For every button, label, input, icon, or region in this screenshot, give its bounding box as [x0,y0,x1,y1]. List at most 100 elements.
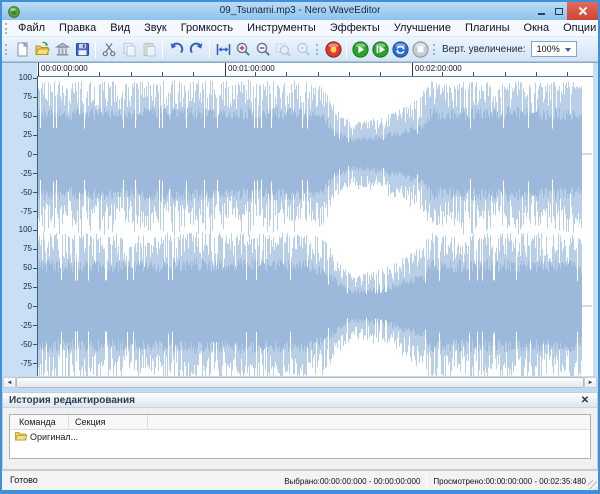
ruler-major-tick [412,63,413,76]
history-panel-close-icon[interactable]: ✕ [579,394,591,406]
menu-item-file[interactable]: Файл [11,20,52,36]
loop-play-button[interactable] [390,39,410,60]
ruler-minor-tick [286,72,287,76]
axis-tick [33,306,37,307]
ruler-major-tick [225,63,226,76]
title-bar: 09_Tsunami.mp3 - Nero WaveEditor [2,2,598,20]
axis-amplitude-label: 100 [18,73,32,82]
zoom-out-button[interactable] [253,39,273,60]
minimize-button[interactable] [533,2,550,20]
scrollbar-thumb[interactable] [16,377,584,388]
zoom-in-icon [236,42,250,56]
chevron-down-icon[interactable] [563,44,574,54]
redo-button[interactable] [186,39,206,60]
play-file-button[interactable] [370,39,390,60]
ruler-time-label: 00:02:00:000 [415,64,462,73]
ruler-minor-tick [349,72,350,76]
toolbar-separator [209,40,210,58]
ruler-minor-tick [193,72,194,76]
history-column-header[interactable]: Секция [69,415,148,429]
axis-amplitude-label: 100 [18,225,32,234]
menu-item-tools[interactable]: Инструменты [240,20,323,36]
history-row[interactable]: Оригинал... [10,430,590,444]
menu-item-enhancement[interactable]: Улучшение [387,20,458,36]
axis-amplitude-label: 50 [23,111,32,121]
ruler-minor-tick [68,72,69,76]
ruler-time-label: 00:01:00:000 [228,64,275,73]
history-row-label: Оригинал... [30,432,79,442]
time-ruler[interactable]: 00:00:00:000 00:01:00:000 00:02:00:000 [37,63,593,77]
menu-item-volume[interactable]: Громкость [174,20,240,36]
ruler-time-label: 00:00:00:000 [41,64,88,73]
fit-selection-button[interactable] [213,39,233,60]
status-selected-range: Выбрано:00:00:00:000 - 00:00:00:000 [284,476,421,486]
axis-amplitude-label: -75 [20,206,32,216]
maximize-button[interactable] [550,2,567,20]
axis-tick [33,344,37,345]
new-file-icon [17,41,28,56]
axis-amplitude-label: -50 [20,339,32,349]
axis-amplitude-label: 25 [23,130,32,140]
axis-tick [33,135,37,136]
close-button[interactable] [567,2,598,20]
ruler-minor-tick [99,72,100,76]
toolbar-separator [162,40,163,58]
ruler-minor-tick [536,72,537,76]
paste-icon [143,42,155,56]
menu-item-options[interactable]: Опции [556,20,600,36]
vertical-zoom-select[interactable]: 100% [530,41,577,57]
axis-tick [33,287,37,288]
cut-icon [102,42,115,56]
menu-item-windows[interactable]: Окна [517,20,557,36]
maximize-icon [554,7,563,15]
library-button[interactable] [52,39,72,60]
close-icon [579,7,587,15]
axis-tick [33,211,37,212]
record-button[interactable] [323,39,343,60]
resize-grip[interactable] [588,480,597,489]
menu-item-view[interactable]: Вид [103,20,137,36]
menu-item-edit[interactable]: Правка [52,20,103,36]
cut-button[interactable] [99,39,119,60]
axis-tick [33,97,37,98]
fit-selection-icon [216,43,230,55]
scroll-right-arrow[interactable]: ► [584,377,597,388]
ruler-minor-tick [318,72,319,76]
zoom-all-icon [296,42,310,56]
zoom-selection-icon [275,43,291,57]
loop-play-icon [391,40,409,58]
menu-item-effects[interactable]: Эффекты [323,20,387,36]
waveform-canvas[interactable] [37,77,593,389]
zoom-in-button[interactable] [233,39,253,60]
menu-item-plugins[interactable]: Плагины [458,20,517,36]
undo-icon [170,42,183,53]
toolbar: Верт. увеличение: 100% [2,37,598,62]
play-button[interactable] [350,39,370,60]
new-file-button[interactable] [12,39,32,60]
edit-history-panel: История редактирования ✕ Команда Секция О… [2,392,598,470]
horizontal-scrollbar[interactable]: ◄ ► [2,376,598,389]
stop-button[interactable] [410,39,430,60]
axis-amplitude-label: 50 [23,263,32,273]
history-table: Команда Секция Оригинал... [9,414,591,459]
history-column-header[interactable]: Команда [10,415,69,429]
menu-item-audio[interactable]: Звук [137,20,174,36]
undo-button[interactable] [166,39,186,60]
scroll-left-arrow[interactable]: ◄ [3,377,16,388]
play-icon [351,40,369,58]
zoom-all-button [293,39,313,60]
record-icon [324,40,342,58]
save-button[interactable] [72,39,92,60]
ruler-minor-tick [473,72,474,76]
window-title: 09_Tsunami.mp3 - Nero WaveEditor [219,5,381,16]
axis-tick [33,249,37,250]
history-panel-header: История редактирования ✕ [3,393,597,408]
axis-tick [33,154,37,155]
status-ready: Готово [10,475,38,485]
history-panel-title: История редактирования [9,394,135,406]
ruler-major-tick [38,63,39,76]
vertical-zoom-value: 100% [536,44,560,54]
axis-tick [33,268,37,269]
open-folder-button[interactable] [32,39,52,60]
app-window: 09_Tsunami.mp3 - Nero WaveEditor Файл Пра… [0,0,600,494]
